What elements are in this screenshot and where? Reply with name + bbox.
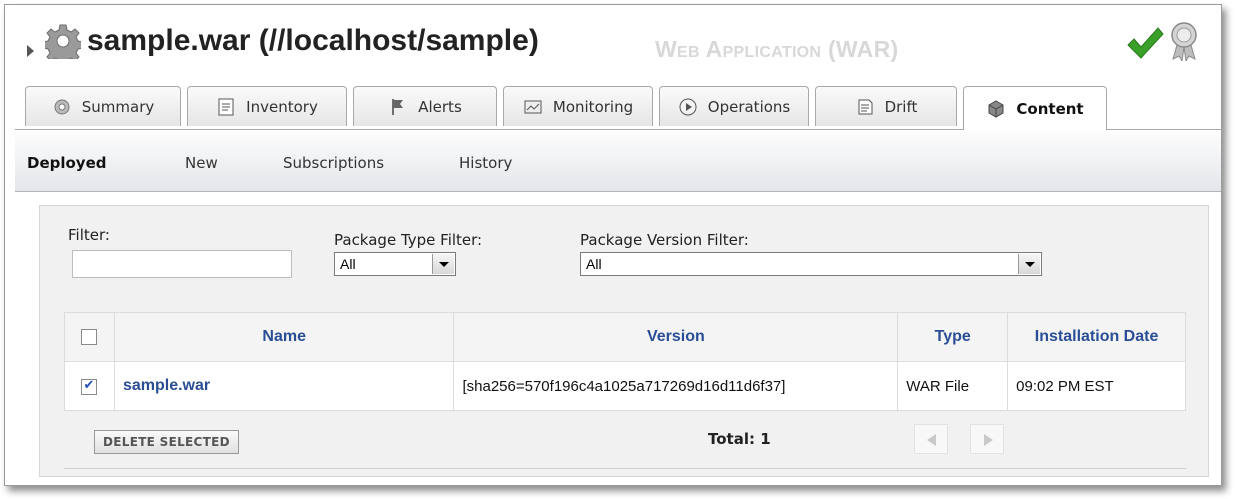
package-version-filter-label: Package Version Filter: (580, 231, 749, 249)
package-name-link[interactable]: sample.war (123, 377, 210, 394)
table-header-row: Name Version Type Installation Date (64, 312, 1186, 362)
package-type-filter-label: Package Type Filter: (334, 231, 483, 249)
page-subtitle: Web Application (WAR) (655, 36, 899, 62)
subnav-new[interactable]: New (185, 154, 218, 172)
cell-type: WAR File (897, 361, 1009, 411)
chart-icon (524, 100, 542, 113)
tab-drift[interactable]: Drift (815, 86, 957, 126)
expand-arrow-icon[interactable] (27, 45, 34, 57)
subnav-history[interactable]: History (459, 154, 512, 172)
document-icon (858, 99, 873, 114)
gear-icon (45, 24, 81, 59)
tab-summary[interactable]: Summary (25, 86, 181, 126)
package-version-select[interactable]: All (580, 252, 1042, 276)
chevron-down-icon[interactable] (432, 254, 454, 274)
packages-table: Name Version Type Installation Date samp… (64, 312, 1186, 411)
delete-selected-button[interactable]: DELETE SELECTED (94, 430, 239, 454)
row-checkbox[interactable] (81, 377, 98, 395)
cell-name: sample.war (113, 361, 455, 411)
package-type-select[interactable]: All (334, 252, 456, 276)
flag-icon (392, 98, 404, 115)
column-header-installation-date[interactable]: Installation Date (1007, 312, 1186, 362)
tab-bar: Summary Inventory Alerts Monitoring Oper… (25, 86, 1225, 130)
cell-version: [sha256=570f196c4a1025a717269d16d11d6f37… (453, 361, 899, 411)
previous-page-icon[interactable] (914, 424, 948, 454)
window: sample.war (//localhost/sample) Web Appl… (4, 4, 1225, 486)
tab-label: Content (1016, 99, 1084, 118)
tab-inventory[interactable]: Inventory (187, 86, 347, 126)
filter-label: Filter: (68, 226, 110, 244)
subnav-subscriptions[interactable]: Subscriptions (283, 154, 384, 172)
next-page-icon[interactable] (970, 424, 1004, 454)
select-all-header (64, 312, 115, 362)
content-subnav: Deployed New Subscriptions History (15, 131, 1221, 192)
tab-operations[interactable]: Operations (659, 86, 809, 126)
column-header-type[interactable]: Type (897, 312, 1009, 362)
cell-installation-date: 09:02 PM EST (1007, 361, 1186, 411)
tab-label: Alerts (418, 97, 462, 116)
play-icon (679, 98, 697, 115)
row-select-cell (64, 361, 115, 411)
clipboard-icon (218, 98, 234, 115)
tab-label: Drift (884, 97, 918, 116)
total-count: Total: 1 (708, 430, 771, 448)
subnav-deployed[interactable]: Deployed (27, 154, 107, 172)
filter-input[interactable] (72, 250, 292, 278)
cube-icon (988, 99, 1004, 118)
panel-divider (64, 468, 1186, 469)
column-header-version[interactable]: Version (453, 312, 899, 362)
package-type-value: All (340, 256, 356, 272)
page-title: sample.war (//localhost/sample) (87, 24, 539, 57)
deployed-panel: Filter: Package Type Filter: All Package… (39, 205, 1209, 477)
chevron-down-icon[interactable] (1018, 254, 1040, 274)
header: sample.war (//localhost/sample) Web Appl… (17, 15, 1217, 75)
tab-label: Operations (707, 97, 791, 116)
ribbon-icon (1171, 22, 1197, 61)
select-all-checkbox[interactable] (81, 328, 98, 345)
tab-monitoring[interactable]: Monitoring (503, 86, 653, 126)
tab-content[interactable]: Content (963, 86, 1107, 130)
table-row[interactable]: sample.war [sha256=570f196c4a1025a717269… (64, 361, 1186, 411)
column-header-name[interactable]: Name (113, 312, 455, 362)
check-icon (1127, 27, 1164, 59)
tab-alerts[interactable]: Alerts (353, 86, 497, 126)
tab-label: Inventory (246, 97, 318, 116)
tab-label: Summary (81, 97, 155, 116)
gear-icon (54, 99, 70, 114)
package-version-value: All (586, 256, 602, 272)
tab-label: Monitoring (552, 97, 634, 116)
